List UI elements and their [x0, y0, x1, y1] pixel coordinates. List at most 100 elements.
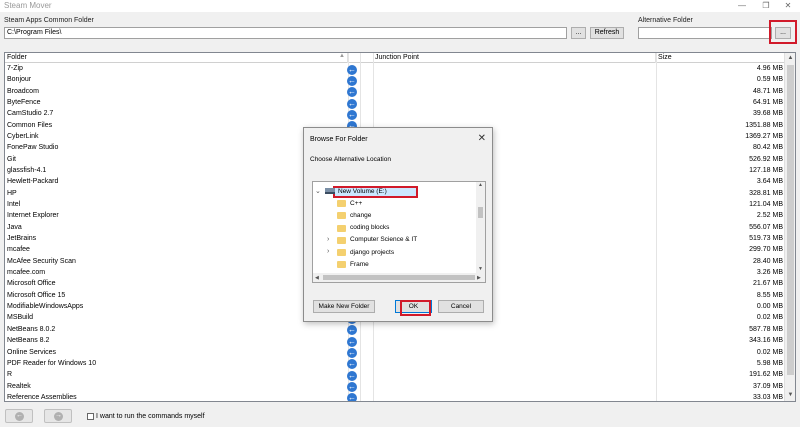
tree-scroll-left-icon[interactable]: ◀ — [315, 275, 319, 281]
move-arrow-icon[interactable]: ← — [347, 98, 357, 109]
run-commands-checkbox[interactable] — [87, 413, 94, 420]
scroll-up-icon[interactable]: ▲ — [785, 53, 795, 64]
folder-name: Internet Explorer — [7, 212, 59, 220]
folder-size: 48.71 MB — [753, 87, 783, 95]
folder-name: mcafee.com — [7, 269, 46, 277]
folder-size: 191.62 MB — [749, 371, 783, 379]
common-folder-input[interactable]: C:\Program Files\ — [4, 27, 567, 39]
chevron-down-icon[interactable]: ⌄ — [315, 187, 321, 195]
tree-item[interactable]: change — [313, 210, 473, 222]
previous-button[interactable]: ← — [5, 409, 33, 423]
folder-size: 587.78 MB — [749, 325, 783, 333]
folder-name: Microsoft Office — [7, 280, 56, 288]
move-arrow-icon[interactable]: ← — [347, 75, 357, 86]
folder-size: 8.55 MB — [756, 291, 783, 299]
dialog-close-icon[interactable]: ✕ — [478, 133, 486, 144]
table-row[interactable]: Bonjour ← 0.59 MB — [5, 75, 786, 86]
common-folder-label: Steam Apps Common Folder — [4, 17, 94, 24]
move-arrow-icon[interactable]: ← — [347, 348, 357, 358]
table-row[interactable]: CamStudio 2.7 ← 39.68 MB — [5, 109, 786, 120]
folder-name: ByteFence — [7, 99, 41, 107]
table-row[interactable]: Reference Assemblies ← 33.03 MB — [5, 393, 786, 401]
folder-icon — [337, 200, 346, 208]
table-row[interactable]: Online Services ← 0.02 MB — [5, 348, 786, 359]
folder-name: JetBrains — [7, 235, 37, 243]
move-arrow-icon[interactable]: ← — [347, 359, 357, 370]
folder-name: HP — [7, 189, 17, 197]
folder-name: Online Services — [7, 348, 57, 356]
table-row[interactable]: 7-Zip ← 4.96 MB — [5, 64, 786, 75]
folder-name: mcafee — [7, 246, 30, 254]
tree-scroll-down-icon[interactable]: ▼ — [478, 266, 483, 272]
tree-vertical-thumb[interactable] — [478, 207, 483, 218]
table-row[interactable]: PDF Reader for Windows 10 ← 5.98 MB — [5, 359, 786, 370]
folder-size: 37.09 MB — [753, 382, 783, 390]
folder-size: 299.70 MB — [749, 246, 783, 254]
table-row[interactable]: NetBeans 8.2 ← 343.16 MB — [5, 336, 786, 347]
alternative-folder-input[interactable] — [638, 27, 772, 39]
tree-item[interactable]: coding blocks — [313, 223, 473, 235]
tree-item[interactable]: C++ — [313, 198, 473, 210]
folder-name: Java — [7, 223, 22, 231]
close-icon[interactable]: ✕ — [778, 0, 798, 12]
move-arrow-icon[interactable]: ← — [347, 87, 357, 98]
tree-item[interactable]: › Computer Science & IT — [313, 235, 473, 247]
chevron-right-icon[interactable]: › — [327, 248, 329, 255]
folder-name: ModifiableWindowsApps — [7, 303, 84, 311]
folder-size: 28.40 MB — [753, 257, 783, 265]
folder-column-header[interactable]: Folder — [5, 53, 348, 63]
cancel-button[interactable]: Cancel — [438, 300, 484, 313]
tree-item[interactable]: ⌄ New Volume (E:) — [313, 186, 473, 198]
tree-horizontal-scrollbar[interactable]: ◀ ▶ — [313, 273, 485, 282]
move-arrow-icon[interactable]: ← — [347, 325, 357, 336]
tree-item[interactable]: › django projects — [313, 247, 473, 259]
move-arrow-icon[interactable]: ← — [347, 109, 357, 120]
folder-name: NetBeans 8.0.2 — [7, 325, 56, 333]
tree-vertical-scrollbar[interactable]: ▲ ▼ — [476, 182, 485, 273]
folder-name: Realtek — [7, 382, 31, 390]
title-bar: Steam Mover — ❐ ✕ — [0, 0, 800, 12]
folder-size: 0.00 MB — [756, 303, 783, 311]
folder-name: Reference Assemblies — [7, 393, 77, 401]
move-arrow-icon[interactable]: ← — [347, 64, 357, 75]
annotation-highlight — [769, 20, 797, 44]
junction-column-header[interactable]: Junction Point — [373, 53, 656, 63]
size-column-header[interactable]: Size — [656, 53, 786, 63]
folder-size: 3.64 MB — [756, 178, 783, 186]
browse-common-button[interactable]: ... — [571, 27, 586, 39]
arrow-left-icon: ← — [15, 412, 24, 421]
make-new-folder-button[interactable]: Make New Folder — [313, 300, 375, 313]
tree-item-label: change — [350, 211, 372, 219]
scroll-down-icon[interactable]: ▼ — [785, 390, 795, 401]
refresh-button[interactable]: Refresh — [590, 27, 624, 39]
table-row[interactable]: NetBeans 8.0.2 ← 587.78 MB — [5, 325, 786, 336]
folder-size: 0.59 MB — [756, 76, 783, 84]
move-arrow-icon[interactable]: ← — [347, 336, 357, 347]
scrollbar-thumb[interactable] — [787, 65, 794, 375]
table-row[interactable]: ByteFence ← 64.91 MB — [5, 98, 786, 109]
restore-icon[interactable]: ❐ — [756, 0, 776, 12]
move-arrow-icon[interactable]: ← — [347, 382, 357, 393]
tree-horizontal-thumb[interactable] — [323, 275, 475, 280]
folder-size: 21.67 MB — [753, 280, 783, 288]
move-arrow-icon[interactable]: ← — [347, 370, 357, 381]
dialog-title: Browse For Folder — [310, 136, 368, 143]
move-arrow-icon[interactable]: ← — [347, 393, 357, 401]
folder-icon — [337, 224, 346, 232]
table-row[interactable]: Realtek ← 37.09 MB — [5, 382, 786, 393]
folder-size: 64.91 MB — [753, 99, 783, 107]
list-scrollbar[interactable]: ▲ ▼ — [784, 53, 795, 401]
chevron-right-icon[interactable]: › — [327, 236, 329, 243]
table-row[interactable]: R ← 191.62 MB — [5, 370, 786, 381]
run-commands-label[interactable]: I want to run the commands myself — [96, 413, 205, 420]
tree-scroll-up-icon[interactable]: ▲ — [478, 182, 483, 188]
next-button[interactable]: → — [44, 409, 72, 423]
minimize-icon[interactable]: — — [732, 0, 752, 12]
folder-name: PDF Reader for Windows 10 — [7, 359, 97, 367]
folder-size: 343.16 MB — [749, 337, 783, 345]
table-row[interactable]: Broadcom ← 48.71 MB — [5, 87, 786, 98]
tree-item[interactable]: Frame — [313, 259, 473, 271]
folder-name: MSBuild — [7, 314, 34, 322]
tree-scroll-right-icon[interactable]: ▶ — [477, 275, 481, 281]
folder-size: 1369.27 MB — [745, 133, 783, 141]
